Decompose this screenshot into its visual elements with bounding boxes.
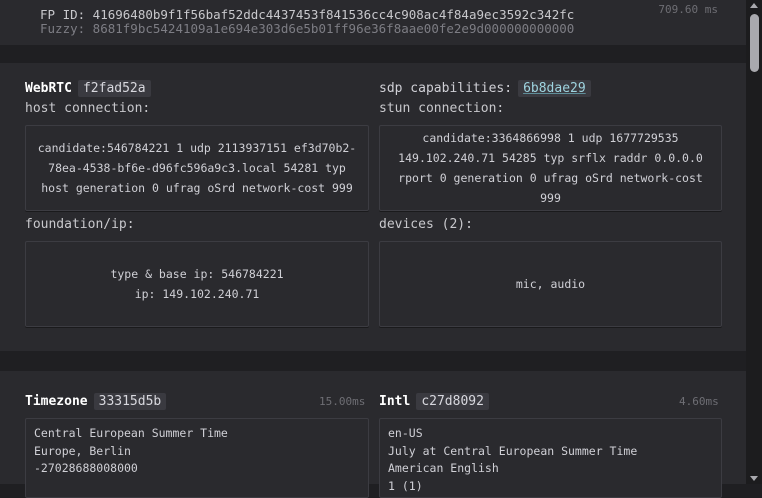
stun-connection-value: candidate:3364866998 1 udp 1677729535 14… (398, 131, 703, 205)
webrtc-title-text: WebRTC (25, 81, 72, 96)
intl-box: en-US July at Central European Summer Ti… (379, 418, 722, 498)
timezone-offset-value: -27028688008000 (34, 461, 138, 475)
devices-value: mic, audio (515, 277, 586, 291)
foundation-ip: ip: 149.102.240.71 (134, 287, 260, 301)
host-connection-value: candidate:546784221 1 udp 2113937151 ef3… (37, 141, 357, 195)
timezone-title: Timezone 33315d5b (25, 393, 167, 410)
scroll-down-arrow-icon[interactable] (750, 476, 758, 481)
total-timing: 709.60 ms (658, 3, 718, 16)
webrtc-title: WebRTC f2fad52a (25, 80, 151, 97)
fp-id-line: FP ID: 41696480b9f1f56baf52ddc4437453f84… (40, 7, 575, 22)
foundation-ip-box: type & base ip: 546784221 ip: 149.102.24… (25, 241, 369, 327)
timezone-timing: 15.00ms (319, 395, 366, 408)
scrollbar-thumb[interactable] (750, 14, 759, 72)
fuzzy-hash-line: Fuzzy: 8681f9bc5424109a1e694e303d6e5b01f… (40, 21, 575, 36)
intl-language: American English (388, 461, 499, 475)
intl-title: Intl c27d8092 (379, 393, 489, 410)
host-connection-label: host connection: (25, 101, 151, 116)
fingerprint-header: FP ID: 41696480b9f1f56baf52ddc4437453f84… (0, 0, 746, 45)
timezone-title-text: Timezone (25, 394, 88, 409)
intl-timing: 4.60ms (679, 395, 719, 408)
section-gap (0, 45, 746, 63)
timezone-intl-section: Timezone 33315d5b 15.00ms Central Europea… (0, 371, 746, 498)
intl-date-format: July at Central European Summer Time (388, 443, 638, 458)
intl-plural: 1 (1) (388, 478, 423, 493)
sdp-capabilities-hash-link[interactable]: 6b8dae29 (518, 80, 591, 97)
intl-hash: c27d8092 (416, 393, 489, 410)
stun-connection-box: candidate:3364866998 1 udp 1677729535 14… (379, 125, 722, 211)
foundation-ip-label: foundation/ip: (25, 217, 135, 232)
host-connection-box: candidate:546784221 1 udp 2113937151 ef3… (25, 125, 369, 211)
intl-locale: en-US (388, 426, 423, 440)
section-gap (0, 351, 746, 371)
sdp-capabilities-title: sdp capabilities: 6b8dae29 (379, 80, 591, 97)
sdp-capabilities-label: sdp capabilities: (379, 81, 513, 96)
scroll-up-arrow-icon[interactable] (750, 3, 758, 8)
devices-label: devices (2): (379, 217, 473, 232)
devices-box: mic, audio (379, 241, 722, 327)
vertical-scrollbar[interactable] (746, 0, 762, 484)
timezone-hash: 33315d5b (93, 393, 167, 410)
timezone-box: Central European Summer Time Europe, Ber… (25, 418, 369, 498)
webrtc-section: WebRTC f2fad52a host connection: candidat… (0, 63, 746, 351)
timezone-name: Central European Summer Time (34, 426, 228, 440)
intl-title-text: Intl (379, 394, 411, 409)
webrtc-hash: f2fad52a (77, 80, 151, 97)
stun-connection-label: stun connection: (379, 101, 505, 116)
foundation-base-ip: type & base ip: 546784221 (110, 267, 284, 281)
timezone-location: Europe, Berlin (34, 443, 131, 458)
